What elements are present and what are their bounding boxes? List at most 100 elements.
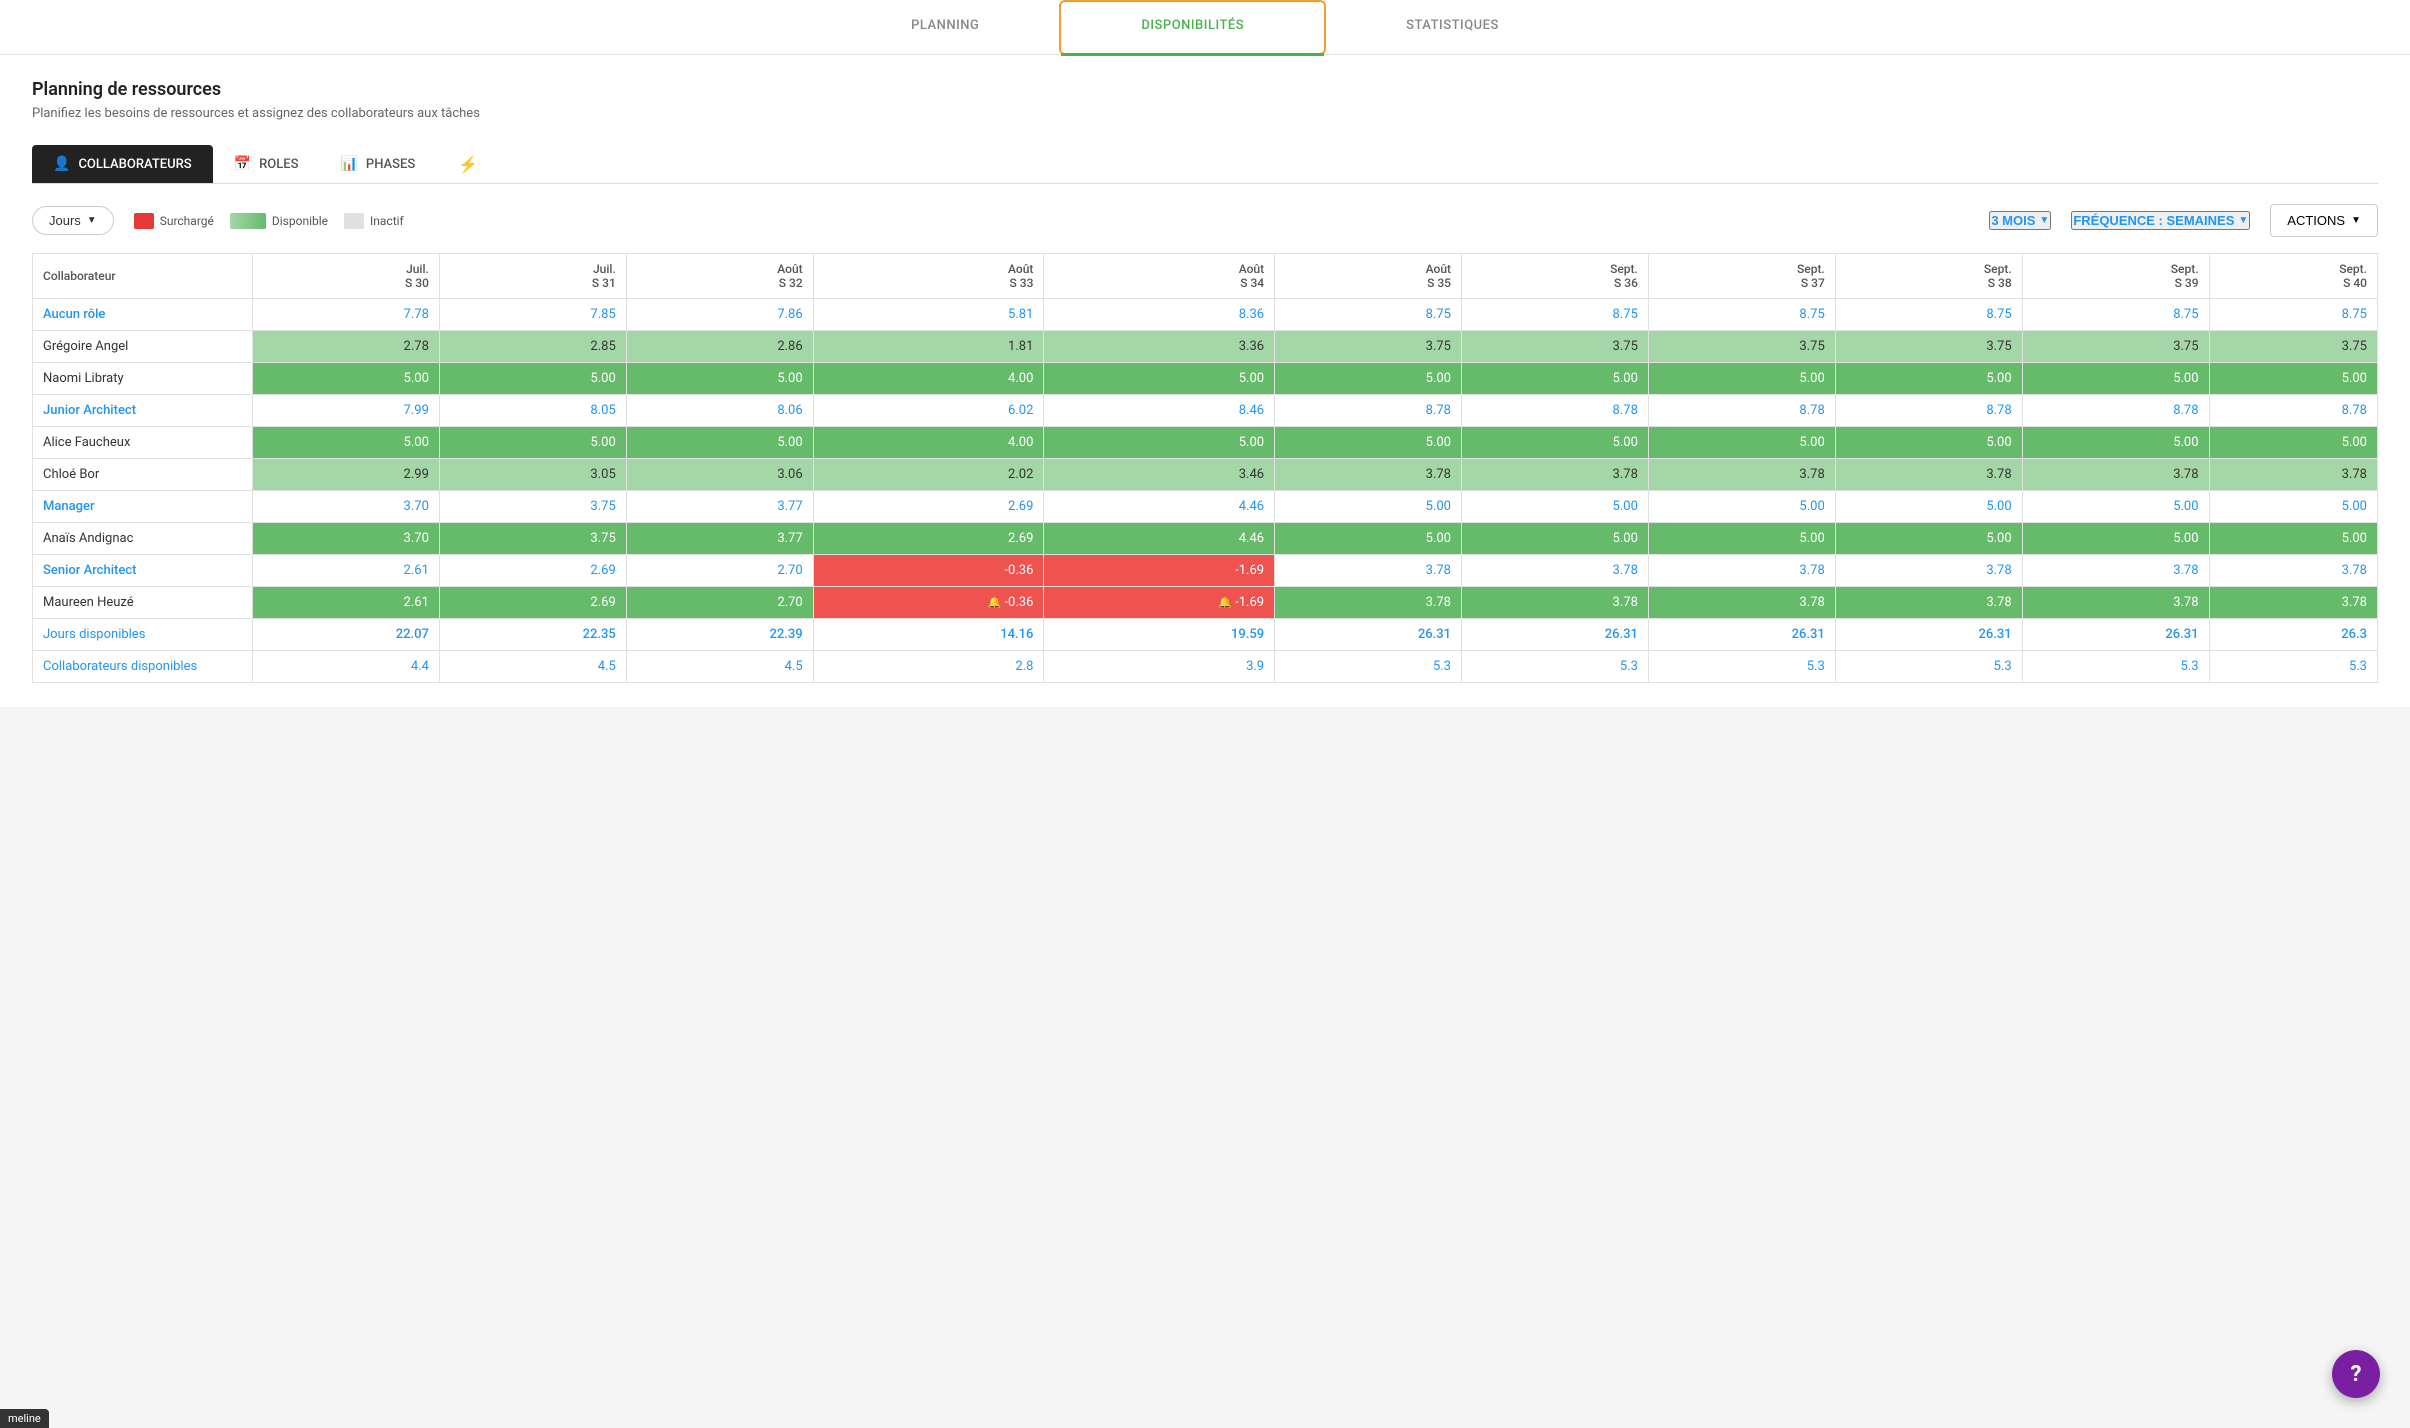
legend: Surchargé Disponible Inactif: [134, 213, 404, 229]
table-cell: 5.00: [1275, 427, 1462, 459]
tab-collaborateurs[interactable]: 👤 COLLABORATEURS: [32, 145, 213, 183]
table-row: Senior Architect2.612.692.70-0.36-1.693.…: [33, 555, 2378, 587]
filter-button[interactable]: ⚡: [448, 147, 488, 182]
period-dropdown[interactable]: 3 MOIS ▼: [1989, 211, 2051, 230]
table-cell: 3.78: [2022, 459, 2209, 491]
table-cell: 3.75: [439, 491, 626, 523]
table-row: Junior Architect7.998.058.066.028.468.78…: [33, 395, 2378, 427]
table-cell: 3.78: [1835, 555, 2022, 587]
table-cell: 5.00: [439, 363, 626, 395]
inactif-color-box: [344, 213, 364, 229]
table-cell: 2.8: [813, 651, 1044, 683]
table-cell: 5.00: [2209, 427, 2377, 459]
table-cell: 4.5: [626, 651, 813, 683]
table-cell: 4.4: [253, 651, 440, 683]
table-cell: 4.00: [813, 363, 1044, 395]
table-cell: 8.75: [1275, 299, 1462, 331]
cell-name: Manager: [33, 491, 253, 523]
table-cell: 5.3: [1835, 651, 2022, 683]
tab-phases[interactable]: 📊 PHASES: [319, 145, 436, 183]
top-navigation: PLANNING DISPONIBILITÉS STATISTIQUES: [0, 0, 2410, 55]
table-cell: 4.46: [1044, 523, 1275, 555]
table-cell: 5.00: [1275, 491, 1462, 523]
cell-name: Aucun rôle: [33, 299, 253, 331]
table-row: Maureen Heuzé2.612.692.70🔔 -0.36🔔 -1.693…: [33, 587, 2378, 619]
resource-table: Collaborateur Juil.S 30 Juil.S 31 AoûtS …: [32, 253, 2378, 683]
table-cell: 3.70: [253, 491, 440, 523]
table-cell: 🔔 -0.36: [813, 587, 1044, 619]
table-cell: 2.86: [626, 331, 813, 363]
phases-icon: 📊: [340, 156, 357, 172]
toolbar: Jours ▼ Surchargé Disponible Inactif: [32, 204, 2378, 237]
col-header-aug33: AoûtS 33: [813, 254, 1044, 299]
table-cell: 🔔 -1.69: [1044, 587, 1275, 619]
table-row: Jours disponibles22.0722.3522.3914.1619.…: [33, 619, 2378, 651]
tab-bar: 👤 COLLABORATEURS 📅 ROLES 📊 PHASES ⚡: [32, 145, 2378, 184]
cell-name: Jours disponibles: [33, 619, 253, 651]
table-cell: 22.39: [626, 619, 813, 651]
table-cell: 3.75: [1275, 331, 1462, 363]
actions-dropdown[interactable]: ACTIONS ▼: [2270, 204, 2378, 237]
table-cell: 5.00: [2209, 491, 2377, 523]
table-cell: 8.75: [1648, 299, 1835, 331]
table-cell: 8.78: [2022, 395, 2209, 427]
chevron-down-icon: ▼: [87, 215, 97, 226]
table-cell: 5.00: [2209, 363, 2377, 395]
frequency-dropdown[interactable]: FRÉQUENCE : SEMAINES ▼: [2071, 211, 2250, 230]
table-cell: 8.78: [2209, 395, 2377, 427]
table-header-row: Collaborateur Juil.S 30 Juil.S 31 AoûtS …: [33, 254, 2378, 299]
table-cell: 5.3: [2022, 651, 2209, 683]
table-cell: 3.78: [1648, 555, 1835, 587]
nav-tab-statistiques[interactable]: STATISTIQUES: [1326, 0, 1579, 54]
table-cell: 3.05: [439, 459, 626, 491]
help-button[interactable]: ?: [2332, 1350, 2380, 1398]
table-cell: 5.00: [1648, 363, 1835, 395]
table-cell: 5.00: [253, 427, 440, 459]
table-row: Alice Faucheux5.005.005.004.005.005.005.…: [33, 427, 2378, 459]
filter-icon: ⚡: [458, 155, 478, 174]
table-cell: 7.86: [626, 299, 813, 331]
table-cell: 3.78: [1835, 587, 2022, 619]
cell-name: Naomi Libraty: [33, 363, 253, 395]
table-cell: 5.00: [1835, 427, 2022, 459]
col-header-name: Collaborateur: [33, 254, 253, 299]
nav-tab-planning[interactable]: PLANNING: [831, 0, 1059, 54]
table-cell: 3.78: [1462, 587, 1649, 619]
table-cell: 5.00: [1648, 523, 1835, 555]
table-cell: 5.00: [2209, 523, 2377, 555]
table-cell: 26.3: [2209, 619, 2377, 651]
table-cell: 8.75: [2022, 299, 2209, 331]
table-cell: 8.75: [2209, 299, 2377, 331]
table-cell: 5.00: [2022, 491, 2209, 523]
cell-name: Senior Architect: [33, 555, 253, 587]
table-cell: 3.70: [253, 523, 440, 555]
table-cell: 8.78: [1275, 395, 1462, 427]
table-cell: 5.00: [1044, 427, 1275, 459]
col-header-jul31: Juil.S 31: [439, 254, 626, 299]
table-cell: 7.85: [439, 299, 626, 331]
table-cell: 3.78: [2022, 555, 2209, 587]
col-header-sep38: Sept.S 38: [1835, 254, 2022, 299]
table-cell: 3.75: [2022, 331, 2209, 363]
table-cell: 5.00: [1462, 427, 1649, 459]
table-cell: 3.78: [2209, 555, 2377, 587]
cell-name: Collaborateurs disponibles: [33, 651, 253, 683]
table-cell: 5.00: [2022, 523, 2209, 555]
table-cell: 5.00: [1835, 491, 2022, 523]
legend-disponible: Disponible: [230, 213, 328, 229]
actions-chevron-icon: ▼: [2351, 215, 2361, 226]
table-cell: 5.3: [1275, 651, 1462, 683]
table-cell: 3.78: [1648, 587, 1835, 619]
legend-inactif: Inactif: [344, 213, 404, 229]
table-cell: 7.78: [253, 299, 440, 331]
jours-dropdown[interactable]: Jours ▼: [32, 206, 114, 235]
table-cell: 5.00: [1275, 523, 1462, 555]
page-subtitle: Planifiez les besoins de ressources et a…: [32, 106, 2378, 121]
table-row: Anaïs Andignac3.703.753.772.694.465.005.…: [33, 523, 2378, 555]
table-cell: 5.00: [2022, 427, 2209, 459]
table-cell: 3.78: [1462, 555, 1649, 587]
nav-tab-disponibilites[interactable]: DISPONIBILITÉS: [1059, 0, 1326, 55]
table-cell: 2.69: [439, 587, 626, 619]
legend-surcharge: Surchargé: [134, 213, 214, 229]
tab-roles[interactable]: 📅 ROLES: [213, 145, 320, 183]
